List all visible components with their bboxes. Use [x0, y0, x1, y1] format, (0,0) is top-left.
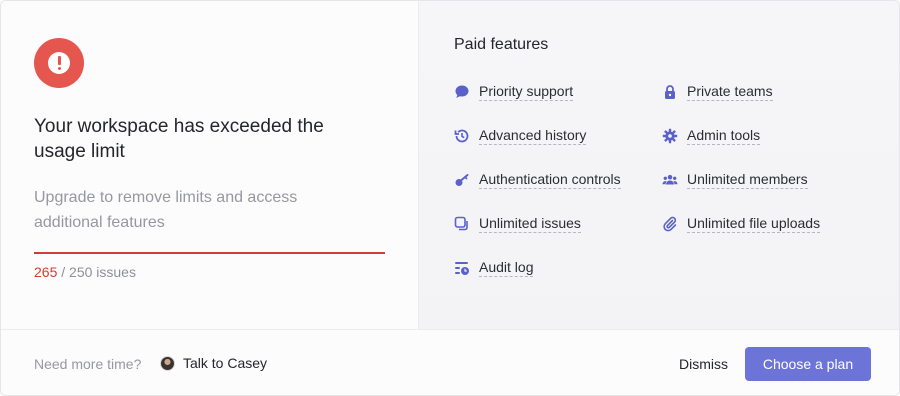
feature-priority-support[interactable]: Priority support: [454, 83, 574, 101]
gear-icon: [662, 128, 678, 144]
modal-body: Your workspace has exceeded the usage li…: [1, 1, 899, 329]
members-icon: [662, 172, 678, 188]
talk-to-casey-label: Talk to Casey: [183, 355, 268, 371]
usage-current: 265: [34, 264, 58, 280]
usage-limit: / 250 issues: [57, 264, 136, 280]
need-more-time-text: Need more time?: [34, 356, 142, 372]
avatar: [160, 355, 175, 371]
key-icon: [454, 172, 470, 188]
chat-bubble-icon: [454, 84, 470, 100]
feature-label: Unlimited members: [687, 171, 808, 189]
alert-panel: Your workspace has exceeded the usage li…: [1, 1, 419, 329]
history-icon: [454, 128, 470, 144]
alert-subtitle: Upgrade to remove limits and access addi…: [34, 189, 298, 231]
dismiss-button[interactable]: Dismiss: [679, 356, 728, 372]
feature-label: Priority support: [479, 83, 574, 101]
feature-label: Private teams: [687, 83, 773, 101]
talk-to-casey-link[interactable]: Talk to Casey: [160, 355, 267, 371]
feature-admin-tools[interactable]: Admin tools: [662, 127, 761, 145]
issues-icon: [454, 216, 470, 232]
usage-progress-fill: [34, 252, 385, 254]
modal-footer: Need more time? Talk to Casey Dismiss Ch…: [1, 329, 899, 395]
feature-label: Advanced history: [479, 127, 587, 145]
feature-unlimited-file-uploads[interactable]: Unlimited file uploads: [662, 215, 821, 233]
alert-icon: [34, 38, 84, 88]
feature-label: Authentication controls: [479, 171, 621, 189]
usage-progress-bar: [34, 252, 385, 254]
feature-audit-log[interactable]: Audit log: [454, 259, 534, 277]
usage-limit-modal: Your workspace has exceeded the usage li…: [0, 0, 900, 396]
feature-unlimited-members[interactable]: Unlimited members: [662, 171, 808, 189]
feature-advanced-history[interactable]: Advanced history: [454, 127, 587, 145]
feature-authentication-controls[interactable]: Authentication controls: [454, 171, 621, 189]
feature-unlimited-issues[interactable]: Unlimited issues: [454, 215, 581, 233]
alert-title: Your workspace has exceeded the usage li…: [34, 116, 324, 162]
usage-count: 265 / 250 issues: [34, 264, 136, 280]
paid-features-title: Paid features: [454, 36, 549, 53]
feature-private-teams[interactable]: Private teams: [662, 83, 773, 101]
paid-features-panel: Paid features Priority support Private t…: [419, 1, 899, 329]
lock-icon: [662, 84, 678, 100]
paperclip-icon: [662, 216, 678, 232]
choose-plan-button[interactable]: Choose a plan: [745, 347, 871, 381]
feature-label: Audit log: [479, 259, 534, 277]
audit-log-icon: [454, 260, 470, 276]
feature-label: Unlimited issues: [479, 215, 581, 233]
feature-label: Unlimited file uploads: [687, 215, 821, 233]
feature-label: Admin tools: [687, 127, 761, 145]
